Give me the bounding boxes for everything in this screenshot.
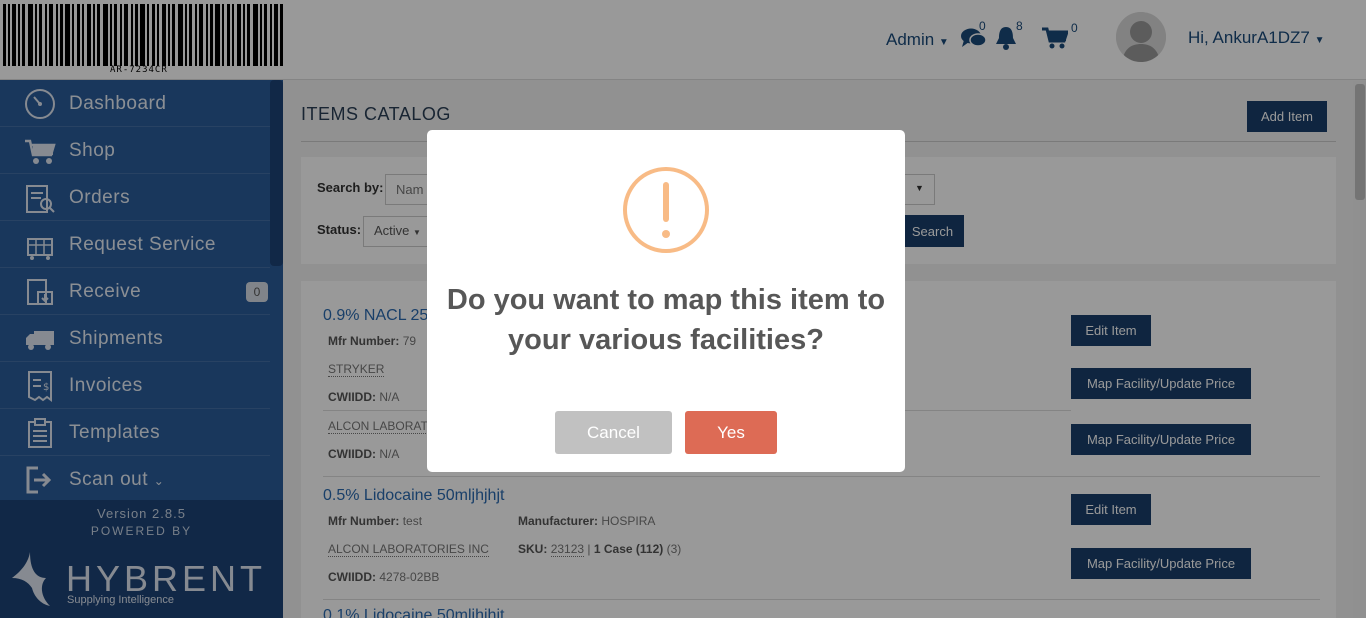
- warning-icon: [623, 167, 709, 253]
- cancel-button[interactable]: Cancel: [555, 411, 672, 454]
- dialog-question: Do you want to map this item to your var…: [446, 284, 886, 356]
- confirm-dialog: Do you want to map this item to your var…: [427, 130, 905, 472]
- yes-button[interactable]: Yes: [685, 411, 777, 454]
